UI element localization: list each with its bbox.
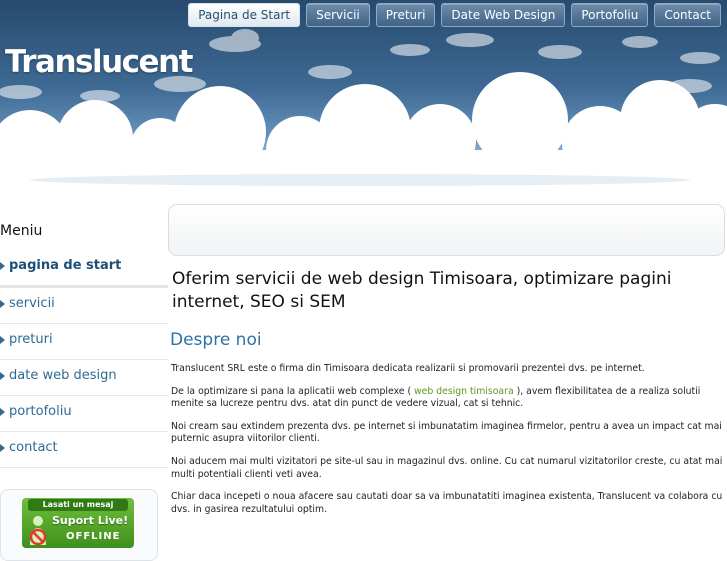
- page-heading: Oferim servicii de web design Timisoara,…: [172, 269, 672, 312]
- nav-portofoliu[interactable]: Portofoliu: [571, 3, 649, 27]
- clouds-background: [0, 29, 727, 196]
- nav-date-web-design[interactable]: Date Web Design: [441, 3, 566, 27]
- sidebar-title: Meniu: [0, 223, 43, 239]
- nav-pagina-de-start[interactable]: Pagina de Start: [188, 3, 301, 27]
- support-live-label: Suport Live!: [52, 514, 129, 527]
- live-support-button[interactable]: Lasati un mesaj Suport Live! OFFLINE: [22, 498, 134, 548]
- content-text: Translucent SRL este o firma din Timisoa…: [171, 363, 723, 526]
- nav-servicii[interactable]: Servicii: [306, 3, 370, 27]
- section-title-despre-noi: Despre noi: [170, 330, 262, 350]
- top-content-panel: [168, 204, 725, 256]
- arrow-right-icon: [0, 262, 5, 270]
- sidebar-item-portofoliu[interactable]: portofoliu: [0, 396, 168, 432]
- sidebar-item-date-web-design[interactable]: date web design: [0, 360, 168, 396]
- sidebar-item-label: portofoliu: [9, 404, 72, 419]
- web-design-timisoara-link[interactable]: web design timisoara: [414, 386, 514, 397]
- support-person-icon: [29, 516, 47, 545]
- arrow-right-icon: [0, 408, 5, 416]
- sidebar-item-preturi[interactable]: preturi: [0, 324, 168, 360]
- sidebar-item-servicii[interactable]: servicii: [0, 288, 168, 324]
- sidebar-item-pagina-de-start[interactable]: pagina de start: [0, 250, 168, 288]
- top-navigation: Pagina de Start Servicii Preturi Date We…: [188, 3, 721, 27]
- header-banner: Translucent Pagina de Start Servicii Pre…: [0, 0, 727, 196]
- paragraph-intro: Translucent SRL este o firma din Timisoa…: [171, 363, 645, 374]
- sidebar-item-contact[interactable]: contact: [0, 432, 168, 468]
- arrow-right-icon: [0, 336, 5, 344]
- sidebar-item-label: servicii: [9, 296, 55, 311]
- sidebar-menu: pagina de start servicii preturi date we…: [0, 250, 168, 468]
- paragraph-text: De la optimizare si pana la aplicatii we…: [171, 385, 415, 397]
- paragraph-vizitatori: Noi aducem mai multi vizitatori pe site-…: [171, 455, 723, 480]
- arrow-right-icon: [0, 300, 5, 308]
- nav-preturi[interactable]: Preturi: [375, 3, 436, 27]
- paragraph-optimizare: De la optimizare si pana la aplicatii we…: [171, 386, 723, 411]
- sidebar-item-label: date web design: [9, 368, 117, 383]
- arrow-right-icon: [0, 444, 5, 452]
- nav-contact[interactable]: Contact: [654, 3, 721, 27]
- arrow-right-icon: [0, 372, 5, 380]
- support-status-label: OFFLINE: [66, 531, 121, 542]
- paragraph-colaborare: Chiar daca incepeti o noua afacere sau c…: [171, 491, 723, 515]
- paragraph-prezenta: Noi cream sau extindem prezenta dvs. pe …: [171, 420, 722, 445]
- site-logo[interactable]: Translucent: [5, 44, 193, 80]
- sidebar-item-label: contact: [9, 440, 58, 455]
- support-leave-message: Lasati un mesaj: [28, 499, 128, 511]
- sidebar-item-label: preturi: [9, 332, 53, 347]
- sidebar-item-label: pagina de start: [9, 258, 122, 273]
